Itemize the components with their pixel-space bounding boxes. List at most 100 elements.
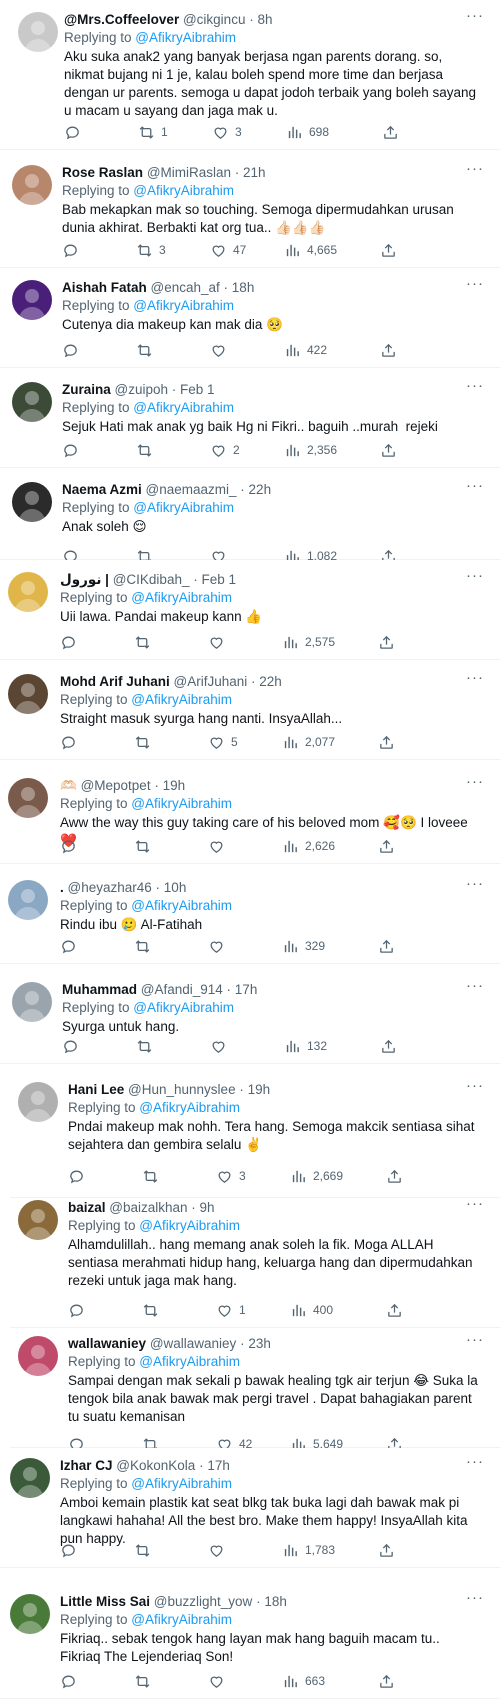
display-name[interactable]: Aishah Fatah xyxy=(62,280,147,295)
reply-button[interactable] xyxy=(62,340,85,360)
display-name[interactable]: wallawaniey xyxy=(68,1336,146,1351)
timestamp[interactable]: 19h xyxy=(248,1082,271,1097)
share-button[interactable] xyxy=(382,122,399,142)
mentioned-user-link[interactable]: @AfikryAibrahim xyxy=(133,183,234,198)
reply-button[interactable] xyxy=(68,1166,91,1186)
like-button[interactable] xyxy=(208,632,231,652)
views-button[interactable]: 698 xyxy=(286,122,329,142)
reply-tweet[interactable]: Mohd Arif Juhani @ArifJuhani · 22h ··· Rep… xyxy=(0,660,500,760)
reply-button[interactable] xyxy=(62,440,85,460)
more-options-icon[interactable]: ··· xyxy=(464,161,486,183)
like-button[interactable] xyxy=(210,340,233,360)
views-button[interactable]: 2,077 xyxy=(282,732,335,752)
avatar[interactable] xyxy=(12,482,52,522)
display-name[interactable]: 🫶🏻 xyxy=(60,778,77,793)
user-handle[interactable]: @zuipoh xyxy=(115,382,169,397)
views-button[interactable]: 2,669 xyxy=(290,1166,343,1186)
more-options-icon[interactable]: ··· xyxy=(464,670,486,692)
mentioned-user-link[interactable]: @AfikryAibrahim xyxy=(135,30,236,45)
avatar[interactable] xyxy=(10,1594,50,1634)
mentioned-user-link[interactable]: @AfikryAibrahim xyxy=(133,500,234,515)
reply-button[interactable] xyxy=(62,240,85,260)
views-button[interactable]: 2,626 xyxy=(282,836,335,856)
reply-tweet[interactable]: Muhammad @Afandi_914 · 17h ··· Replying to… xyxy=(0,964,500,1064)
share-button[interactable] xyxy=(378,836,395,856)
share-button[interactable] xyxy=(378,732,395,752)
share-button[interactable] xyxy=(380,340,397,360)
views-button[interactable]: 2,356 xyxy=(284,440,337,460)
mentioned-user-link[interactable]: @AfikryAibrahim xyxy=(139,1218,240,1233)
avatar[interactable] xyxy=(12,982,52,1022)
reply-tweet[interactable]: baizal @baizalkhan · 9h ··· Replying to @A… xyxy=(10,1196,500,1328)
views-button[interactable]: 1,783 xyxy=(282,1540,335,1560)
views-button[interactable]: 663 xyxy=(282,1671,325,1691)
avatar[interactable] xyxy=(12,280,52,320)
share-button[interactable] xyxy=(380,440,397,460)
user-handle[interactable]: @encah_af xyxy=(151,280,220,295)
share-button[interactable] xyxy=(378,1540,395,1560)
retweet-button[interactable] xyxy=(136,1036,159,1056)
user-handle[interactable]: @cikgincu xyxy=(183,12,245,27)
display-name[interactable]: Mohd Arif Juhani xyxy=(60,674,170,689)
retweet-button[interactable] xyxy=(134,632,157,652)
reply-button[interactable] xyxy=(60,936,83,956)
mentioned-user-link[interactable]: @AfikryAibrahim xyxy=(131,898,232,913)
like-button[interactable]: 2 xyxy=(210,440,240,460)
reply-button[interactable] xyxy=(60,1540,83,1560)
timestamp[interactable]: 21h xyxy=(243,165,266,180)
reply-button[interactable] xyxy=(60,732,83,752)
display-name[interactable]: Zuraina xyxy=(62,382,111,397)
more-options-icon[interactable]: ··· xyxy=(464,378,486,400)
timestamp[interactable]: 22h xyxy=(259,674,282,689)
reply-tweet[interactable]: Rose Raslan @MimiRaslan · 21h ··· Replying… xyxy=(0,150,500,268)
timestamp[interactable]: 18h xyxy=(264,1594,287,1609)
more-options-icon[interactable]: ··· xyxy=(464,1196,486,1218)
like-button[interactable] xyxy=(208,1671,231,1691)
reply-button[interactable] xyxy=(64,122,87,142)
timestamp[interactable]: 22h xyxy=(249,482,272,497)
like-button[interactable] xyxy=(208,936,231,956)
retweet-button[interactable] xyxy=(134,936,157,956)
more-options-icon[interactable]: ··· xyxy=(464,276,486,298)
timestamp[interactable]: Feb 1 xyxy=(180,382,215,397)
views-button[interactable]: 329 xyxy=(282,936,325,956)
reply-button[interactable] xyxy=(62,1036,85,1056)
like-button[interactable] xyxy=(208,1540,231,1560)
share-button[interactable] xyxy=(378,936,395,956)
avatar[interactable] xyxy=(18,1336,58,1376)
reply-button[interactable] xyxy=(60,632,83,652)
reply-button[interactable] xyxy=(68,1300,91,1320)
avatar[interactable] xyxy=(8,572,48,612)
timestamp[interactable]: 17h xyxy=(207,1458,230,1473)
views-button[interactable]: 4,665 xyxy=(284,240,337,260)
more-options-icon[interactable]: ··· xyxy=(464,478,486,500)
retweet-button[interactable] xyxy=(134,732,157,752)
like-button[interactable]: 1 xyxy=(216,1300,246,1320)
like-button[interactable]: 3 xyxy=(216,1166,246,1186)
like-button[interactable]: 5 xyxy=(208,732,238,752)
reply-tweet[interactable]: Izhar CJ @KokonKola · 17h ··· Replying to … xyxy=(0,1448,500,1568)
more-options-icon[interactable]: ··· xyxy=(464,876,486,898)
share-button[interactable] xyxy=(386,1166,403,1186)
display-name[interactable]: Muhammad xyxy=(62,982,137,997)
share-button[interactable] xyxy=(386,1300,403,1320)
display-name[interactable]: @Mrs.Coffeelover xyxy=(64,12,179,27)
reply-tweet[interactable]: Aishah Fatah @encah_af · 18h ··· Replying … xyxy=(0,268,500,368)
timestamp[interactable]: 18h xyxy=(232,280,255,295)
display-name[interactable]: Izhar CJ xyxy=(60,1458,113,1473)
more-options-icon[interactable]: ··· xyxy=(464,1590,486,1612)
avatar[interactable] xyxy=(18,1082,58,1122)
views-button[interactable]: 132 xyxy=(284,1036,327,1056)
avatar[interactable] xyxy=(12,382,52,422)
avatar[interactable] xyxy=(12,165,52,205)
avatar[interactable] xyxy=(8,674,48,714)
mentioned-user-link[interactable]: @AfikryAibrahim xyxy=(133,400,234,415)
views-button[interactable]: 422 xyxy=(284,340,327,360)
display-name[interactable]: Hani Lee xyxy=(68,1082,124,1097)
views-button[interactable]: 400 xyxy=(290,1300,333,1320)
views-button[interactable]: 2,575 xyxy=(282,632,335,652)
timestamp[interactable]: 23h xyxy=(248,1336,271,1351)
reply-tweet[interactable]: Zuraina @zuipoh · Feb 1 ··· Replying to @A… xyxy=(0,368,500,468)
avatar[interactable] xyxy=(8,778,48,818)
avatar[interactable] xyxy=(8,880,48,920)
